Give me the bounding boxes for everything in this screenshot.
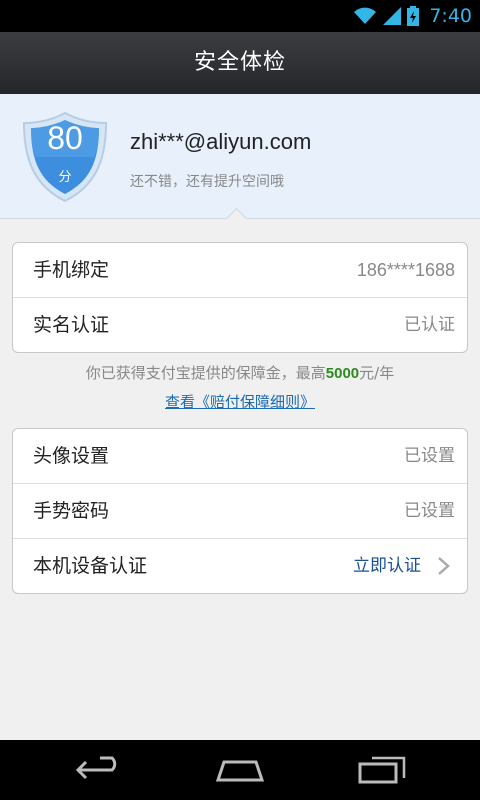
row-value: 已设置 [404,501,455,521]
list-item-phone-binding[interactable]: 手机绑定 186****1688 [13,243,467,297]
row-value: 已设置 [404,446,455,466]
status-icons: 7:40 [353,0,472,32]
account-email: zhi***@aliyun.com [130,129,312,154]
back-icon[interactable] [70,750,130,790]
guarantee-prefix: 你已获得支付宝提供的保障金，最高 [85,364,326,382]
guarantee-terms-link[interactable]: 查看《赔付保障细则》 [0,391,480,412]
status-bar: 7:40 [0,0,480,32]
verification-card: 手机绑定 186****1688 实名认证 已认证 [12,242,468,353]
signal-icon [383,7,402,25]
home-icon[interactable] [210,750,270,790]
page-title: 安全体检 [193,50,286,75]
security-score: 80 [47,120,83,156]
navigation-bar [0,740,480,800]
row-label: 实名认证 [33,314,110,336]
status-time: 7:40 [429,5,472,27]
list-item-device-verification[interactable]: 本机设备认证 立即认证 [13,539,467,593]
row-label: 手机绑定 [33,259,110,281]
guarantee-amount: 5000 [325,365,360,382]
row-label: 手势密码 [33,500,110,522]
verify-now-link[interactable]: 立即认证 [353,539,421,593]
guarantee-suffix: 元/年 [359,364,395,382]
chevron-right-icon [438,557,450,575]
row-value: 186****1688 [356,260,455,280]
row-label: 本机设备认证 [33,555,148,577]
settings-card: 头像设置 已设置 手势密码 已设置 本机设备认证 立即认证 [12,428,468,594]
score-message: 还不错，还有提升空间哦 [130,174,284,190]
battery-icon [407,6,420,26]
list-item-gesture-password[interactable]: 手势密码 已设置 [13,484,467,538]
list-item-avatar[interactable]: 头像设置 已设置 [13,429,467,483]
row-value: 已认证 [404,315,455,335]
row-label: 头像设置 [33,445,110,467]
profile-panel: 80 分 zhi***@aliyun.com 还不错，还有提升空间哦 [0,94,480,219]
recent-apps-icon[interactable] [352,750,412,790]
list-item-real-name[interactable]: 实名认证 已认证 [13,298,467,352]
guarantee-text: 你已获得支付宝提供的保障金，最高5000元/年 [0,362,480,383]
score-unit: 分 [58,170,72,185]
wifi-icon [354,7,377,24]
title-bar: 安全体检 [0,32,480,95]
